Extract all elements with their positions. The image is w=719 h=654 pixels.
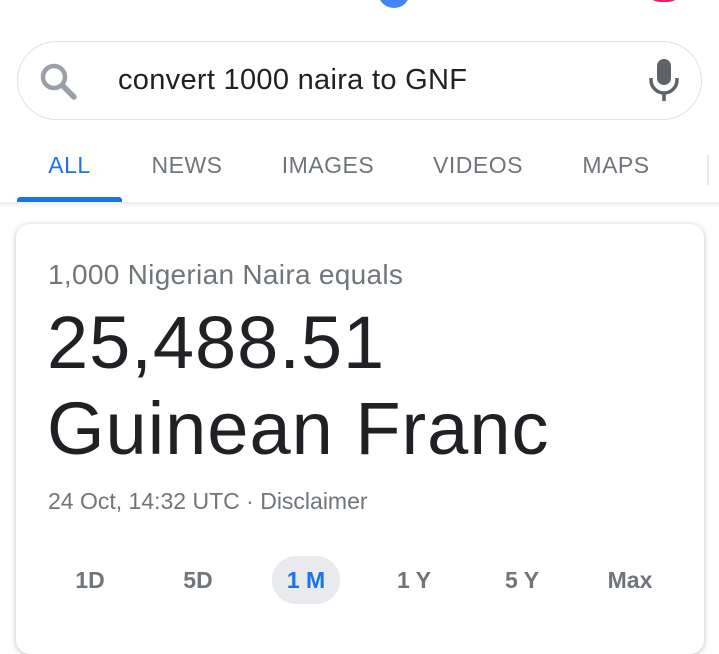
tab-all[interactable]: ALL (17, 130, 122, 202)
tabs-overflow-edge (707, 155, 709, 185)
search-icon[interactable] (38, 61, 78, 101)
range-1y-button[interactable]: 1 Y (380, 556, 448, 604)
logo-fragment (378, 0, 410, 8)
range-max-button[interactable]: Max (596, 556, 664, 604)
range-5y-button[interactable]: 5 Y (488, 556, 556, 604)
conversion-timestamp: 24 Oct, 14:32 UTC (48, 488, 240, 514)
search-tabs: ALL NEWS IMAGES VIDEOS MAPS (0, 130, 719, 202)
microphone-icon[interactable] (646, 56, 682, 104)
conversion-result: 25,488.51 Guinean Franc (47, 301, 550, 470)
range-5d-button[interactable]: 5D (164, 556, 232, 604)
tab-videos[interactable]: VIDEOS (420, 130, 536, 202)
top-bar (0, 0, 719, 30)
search-input[interactable]: convert 1000 naira to GNF (118, 58, 467, 102)
meta-separator: · (246, 488, 254, 514)
conversion-meta: 24 Oct, 14:32 UTC · Disclaimer (48, 484, 368, 518)
tab-images[interactable]: IMAGES (270, 130, 386, 202)
avatar[interactable] (646, 0, 682, 2)
disclaimer-link[interactable]: Disclaimer (260, 488, 367, 514)
range-1d-button[interactable]: 1D (56, 556, 124, 604)
tabs-divider (0, 202, 719, 208)
conversion-source: 1,000 Nigerian Naira equals (48, 259, 404, 290)
tab-news[interactable]: NEWS (135, 130, 239, 202)
range-1m-button[interactable]: 1 M (272, 556, 340, 604)
tab-maps[interactable]: MAPS (566, 130, 666, 202)
